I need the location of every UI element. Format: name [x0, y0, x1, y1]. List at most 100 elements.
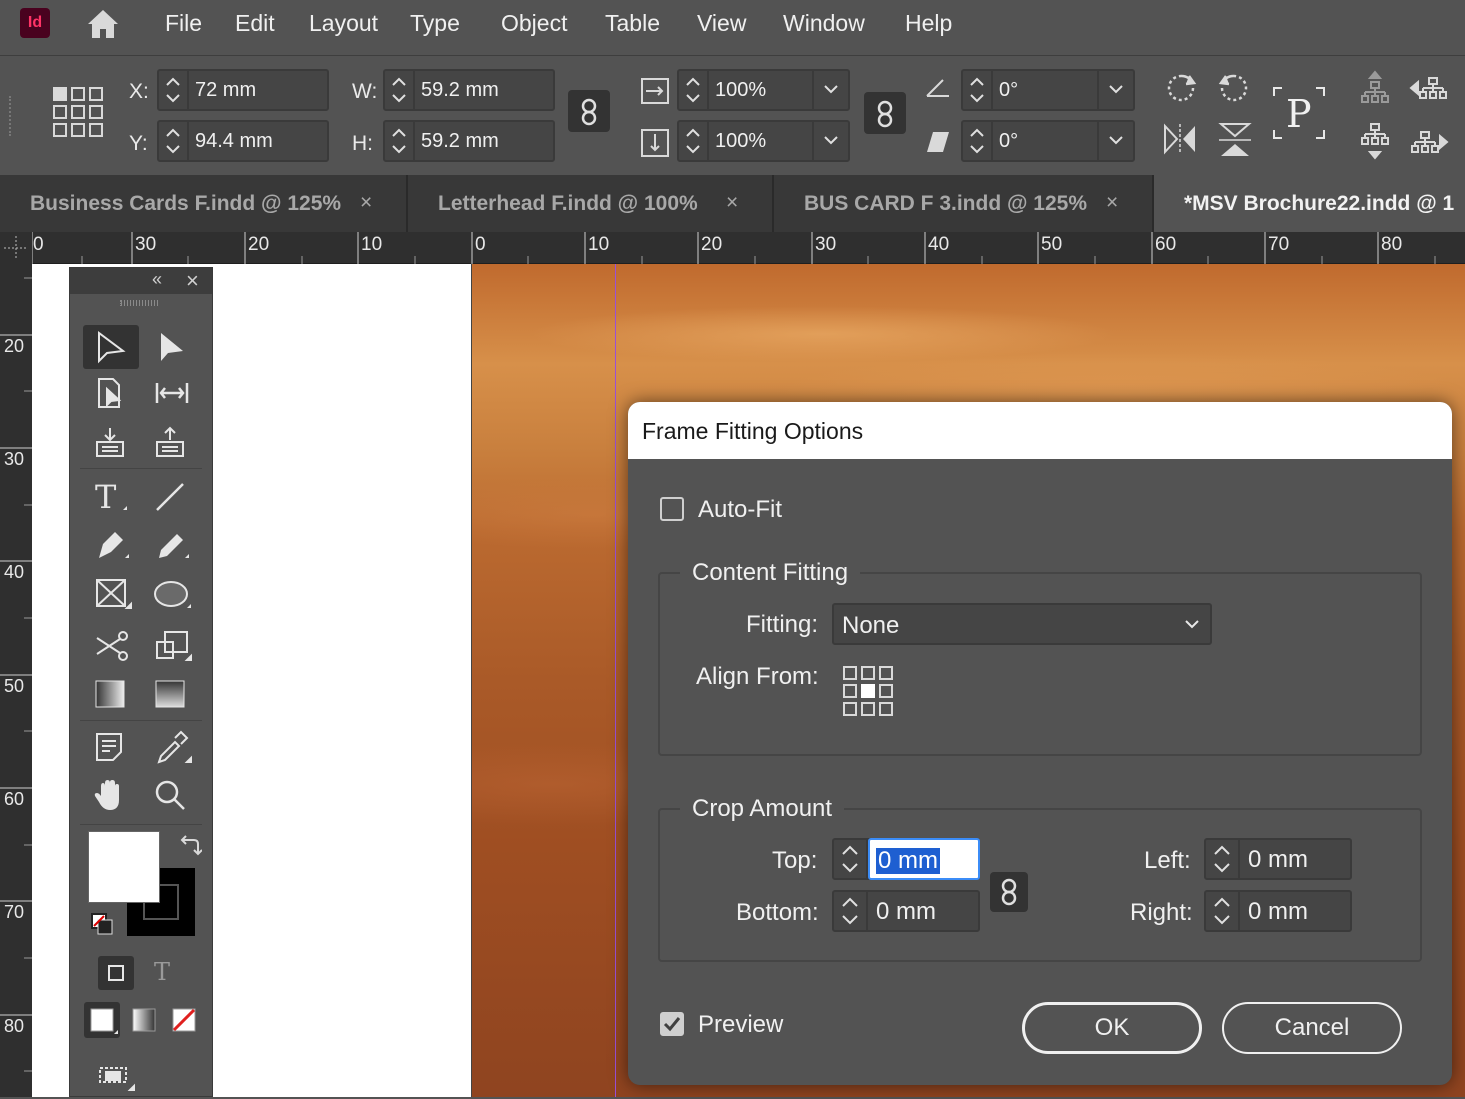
- h-field[interactable]: 59.2 mm: [383, 120, 555, 162]
- y-stepper[interactable]: [159, 122, 189, 160]
- scale-x-field[interactable]: 100%: [677, 69, 850, 111]
- crop-bottom-stepper[interactable]: [834, 892, 868, 930]
- fitting-select[interactable]: None: [832, 603, 1212, 645]
- shear-stepper[interactable]: [963, 122, 993, 160]
- close-panel-icon[interactable]: ×: [186, 268, 199, 294]
- tab-business-cards[interactable]: Business Cards F.indd @ 125% ×: [0, 175, 408, 232]
- w-stepper[interactable]: [385, 71, 415, 109]
- constrain-scale-link-icon[interactable]: [864, 92, 906, 134]
- apply-gradient-button[interactable]: [126, 1002, 162, 1043]
- menu-window[interactable]: Window: [783, 10, 865, 37]
- rotation-stepper[interactable]: [963, 71, 993, 109]
- fill-swatch[interactable]: [88, 831, 160, 903]
- menu-view[interactable]: View: [697, 10, 746, 37]
- content-collector-tool[interactable]: [83, 420, 139, 464]
- close-tab-icon[interactable]: ×: [726, 191, 738, 215]
- content-reference-icon[interactable]: P: [1272, 86, 1326, 140]
- pencil-tool[interactable]: [143, 522, 199, 566]
- swap-fill-stroke-icon[interactable]: [178, 834, 203, 863]
- tab-letterhead[interactable]: Letterhead F.indd @ 100% ×: [408, 175, 774, 232]
- panel-grip[interactable]: [9, 96, 13, 136]
- reference-point-icon[interactable]: [52, 86, 106, 145]
- y-field[interactable]: 94.4 mm: [157, 120, 329, 162]
- crop-bottom-field[interactable]: 0 mm: [832, 890, 980, 932]
- panel-grip[interactable]: [120, 300, 160, 306]
- crop-left-stepper[interactable]: [1206, 840, 1240, 878]
- type-tool[interactable]: T: [83, 474, 139, 518]
- apply-none-button[interactable]: [166, 1002, 202, 1043]
- hand-tool[interactable]: [83, 774, 139, 818]
- x-stepper[interactable]: [159, 71, 189, 109]
- collapse-panel-icon[interactable]: «: [152, 269, 162, 290]
- zoom-tool[interactable]: [143, 774, 199, 818]
- menu-layout[interactable]: Layout: [309, 10, 378, 37]
- scale-y-dropdown[interactable]: [812, 122, 848, 160]
- menu-table[interactable]: Table: [605, 10, 660, 37]
- constrain-proportions-link-icon[interactable]: [568, 90, 610, 132]
- direct-selection-tool[interactable]: [143, 325, 199, 369]
- tab-bus-card[interactable]: BUS CARD F 3.indd @ 125% ×: [774, 175, 1154, 232]
- menu-help[interactable]: Help: [905, 10, 952, 37]
- home-icon[interactable]: [86, 8, 120, 40]
- formatting-affects-container-button[interactable]: [98, 956, 134, 990]
- page-tool[interactable]: [83, 371, 139, 415]
- scissors-tool[interactable]: [83, 624, 139, 668]
- ok-button[interactable]: OK: [1022, 1002, 1202, 1054]
- cancel-button[interactable]: Cancel: [1222, 1002, 1402, 1054]
- free-transform-tool[interactable]: [143, 624, 199, 668]
- tools-panel-header[interactable]: « ×: [70, 268, 212, 294]
- rotation-field[interactable]: 0°: [961, 69, 1135, 111]
- gradient-feather-tool[interactable]: [143, 672, 199, 716]
- tab-msv-brochure[interactable]: *MSV Brochure22.indd @ 1: [1154, 175, 1465, 232]
- content-placer-tool[interactable]: [143, 420, 199, 464]
- shear-field[interactable]: 0°: [961, 120, 1135, 162]
- shear-dropdown[interactable]: [1097, 122, 1133, 160]
- dialog-title-bar[interactable]: Frame Fitting Options: [628, 402, 1452, 459]
- flip-vertical-icon[interactable]: [1217, 120, 1253, 165]
- x-field[interactable]: 72 mm: [157, 69, 329, 111]
- gap-tool[interactable]: [143, 371, 199, 415]
- gradient-swatch-tool[interactable]: [83, 672, 139, 716]
- scale-x-dropdown[interactable]: [812, 71, 848, 109]
- scale-x-stepper[interactable]: [679, 71, 709, 109]
- selection-tool[interactable]: [83, 325, 139, 369]
- menu-edit[interactable]: Edit: [235, 10, 275, 37]
- crop-right-field[interactable]: 0 mm: [1204, 890, 1352, 932]
- menu-type[interactable]: Type: [410, 10, 460, 37]
- formatting-affects-text-button[interactable]: T: [154, 958, 170, 986]
- auto-fit-checkbox[interactable]: [660, 497, 684, 521]
- default-fill-stroke-icon[interactable]: [90, 912, 114, 941]
- crop-top-field[interactable]: 0 mm: [832, 838, 980, 880]
- screen-mode-icon[interactable]: [96, 1058, 136, 1099]
- select-content-icon[interactable]: [1360, 122, 1390, 165]
- select-container-icon[interactable]: [1360, 70, 1390, 111]
- note-tool[interactable]: [83, 726, 139, 770]
- menu-file[interactable]: File: [165, 10, 202, 37]
- crop-top-stepper[interactable]: [834, 840, 868, 878]
- select-next-object-icon[interactable]: [1409, 130, 1449, 165]
- select-previous-object-icon[interactable]: [1409, 76, 1449, 111]
- rotate-clockwise-icon[interactable]: [1163, 70, 1199, 111]
- preview-checkbox[interactable]: [660, 1012, 684, 1036]
- crop-right-stepper[interactable]: [1206, 892, 1240, 930]
- ellipse-tool[interactable]: [143, 572, 199, 616]
- vertical-ruler[interactable]: 20 30 40 50 60 70 80: [0, 264, 32, 1097]
- align-from-reference-point-icon[interactable]: [842, 665, 894, 722]
- ruler-origin[interactable]: [0, 232, 32, 264]
- w-field[interactable]: 59.2 mm: [383, 69, 555, 111]
- close-tab-icon[interactable]: ×: [360, 191, 372, 215]
- horizontal-ruler[interactable]: 0 30 20 10 0 10 20 30 40 50 60 70 80: [0, 232, 1465, 264]
- scale-y-field[interactable]: 100%: [677, 120, 850, 162]
- flip-horizontal-icon[interactable]: [1161, 122, 1199, 161]
- rotate-counterclockwise-icon[interactable]: [1216, 70, 1252, 111]
- scale-y-stepper[interactable]: [679, 122, 709, 160]
- rotation-dropdown[interactable]: [1097, 71, 1133, 109]
- pen-tool[interactable]: [83, 522, 139, 566]
- rectangle-frame-tool[interactable]: [83, 572, 139, 616]
- menu-object[interactable]: Object: [501, 10, 567, 37]
- apply-color-button[interactable]: [84, 1002, 120, 1038]
- h-stepper[interactable]: [385, 122, 415, 160]
- close-tab-icon[interactable]: ×: [1106, 191, 1118, 215]
- crop-link-icon[interactable]: [990, 872, 1028, 912]
- crop-left-field[interactable]: 0 mm: [1204, 838, 1352, 880]
